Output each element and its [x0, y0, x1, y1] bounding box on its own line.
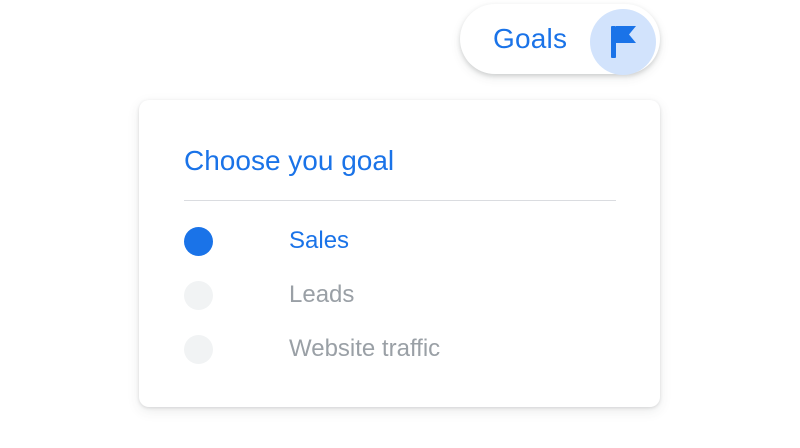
radio-unselected[interactable]: [184, 280, 213, 310]
option-label: Sales: [289, 227, 350, 254]
flag-icon: [611, 26, 636, 58]
goal-option-website-traffic[interactable]: Website traffic: [184, 333, 616, 365]
goal-picker-stage: Goals Choose you goal Sales Leads Websit…: [0, 0, 800, 448]
flag-badge: [590, 9, 656, 75]
divider: [184, 200, 616, 201]
option-label: Website traffic: [289, 335, 441, 362]
goal-option-leads[interactable]: Leads: [184, 279, 616, 311]
goal-option-sales[interactable]: Sales: [184, 225, 616, 257]
card-title: Choose you goal: [184, 145, 395, 176]
goals-label: Goals: [493, 23, 568, 54]
goals-button[interactable]: Goals: [460, 4, 660, 75]
radio-selected[interactable]: [184, 226, 213, 256]
radio-unselected[interactable]: [184, 334, 213, 364]
goal-card: Choose you goal Sales Leads Website traf…: [139, 100, 660, 407]
option-label: Leads: [289, 281, 355, 308]
